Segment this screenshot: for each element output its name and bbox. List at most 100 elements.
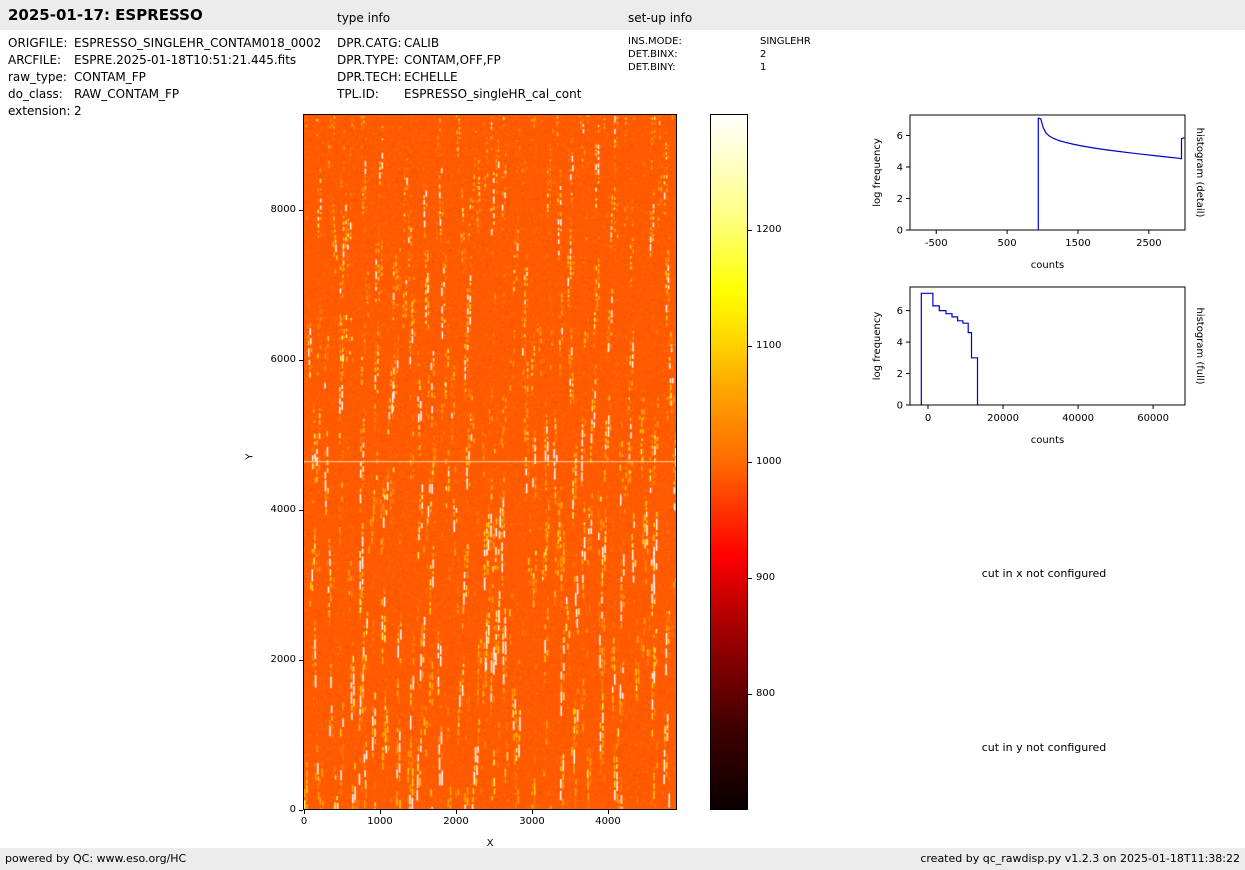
tick-mark bbox=[379, 810, 381, 814]
y-axis-label: log frequency bbox=[872, 138, 883, 207]
metadata-value: 2 bbox=[760, 49, 767, 60]
metadata-row: ARCFILE: ESPRE.2025-01-18T10:51:21.445.fi… bbox=[8, 52, 321, 69]
y-axis-label: log frequency bbox=[872, 312, 883, 381]
page-title: 2025-01-17: ESPRESSO bbox=[8, 6, 203, 24]
histogram-detail: -500 500 1500 2500 0 2 4 6 counts log frequency hi… bbox=[872, 114, 1205, 271]
metadata-value: 2 bbox=[74, 104, 82, 118]
tick-label: 8000 bbox=[270, 204, 296, 215]
colorbar-tick-label: 1100 bbox=[756, 340, 782, 351]
metadata-label: DPR.TYPE: bbox=[337, 53, 399, 67]
metadata-row: raw_type: CONTAM_FP bbox=[8, 69, 321, 86]
tick-label: 2000 bbox=[270, 654, 296, 665]
metadata-label: DET.BINX: bbox=[628, 49, 678, 60]
type-metadata: DPR.CATG: CALIB DPR.TYPE: CONTAM,OFF,FP DPR.… bbox=[337, 35, 581, 103]
metadata-label: raw_type: bbox=[8, 70, 67, 84]
colorbar-tick-mark bbox=[748, 230, 752, 231]
tick-mark bbox=[299, 210, 303, 211]
y-axis-label: Y bbox=[244, 453, 256, 460]
colorbar-tick-mark bbox=[748, 462, 752, 463]
tick-label: 1500 bbox=[1065, 238, 1090, 249]
metadata-label: DPR.TECH: bbox=[337, 70, 402, 84]
tick-label: -500 bbox=[925, 238, 948, 249]
metadata-row: DPR.TECH: ECHELLE bbox=[337, 69, 581, 86]
metadata-value: ESPRESSO_singleHR_cal_cont bbox=[404, 87, 582, 101]
histogram-line bbox=[920, 292, 979, 405]
metadata-label: extension: bbox=[8, 104, 71, 118]
colorbar-tick-label: 800 bbox=[756, 688, 776, 699]
footer-created: created by qc_rawdisp.py v1.2.3 on 2025-… bbox=[920, 852, 1240, 865]
footer-credit: powered by QC: www.eso.org/HC bbox=[5, 852, 187, 865]
tick-label: 2 bbox=[897, 369, 903, 380]
tick-mark bbox=[299, 360, 303, 361]
metadata-label: DET.BINY: bbox=[628, 62, 676, 73]
colorbar bbox=[710, 114, 748, 810]
tick-mark bbox=[531, 810, 533, 814]
hist-title: histogram (detail) bbox=[1194, 128, 1205, 218]
x-axis-label: counts bbox=[1031, 260, 1064, 271]
metadata-value: RAW_CONTAM_FP bbox=[74, 87, 180, 101]
metadata-value: CONTAM,OFF,FP bbox=[404, 53, 501, 67]
metadata-label: DPR.CATG: bbox=[337, 36, 402, 50]
hist-title: histogram (full) bbox=[1194, 307, 1205, 384]
metadata-row: do_class: RAW_CONTAM_FP bbox=[8, 86, 321, 103]
raw-image-plot bbox=[303, 114, 677, 810]
type-info-header: type info bbox=[337, 11, 391, 25]
tick-mark bbox=[299, 510, 303, 511]
tick-label: 4 bbox=[897, 162, 903, 173]
metadata-label: INS.MODE: bbox=[628, 36, 682, 47]
tick-mark bbox=[304, 810, 305, 814]
metadata-value: ESPRESSO_SINGLEHR_CONTAM018_0002 bbox=[74, 36, 322, 50]
histogram-line bbox=[1037, 117, 1185, 230]
tick-label: 500 bbox=[998, 238, 1017, 249]
metadata-row: ORIGFILE: ESPRESSO_SINGLEHR_CONTAM018_000… bbox=[8, 35, 321, 52]
tick-mark bbox=[455, 810, 457, 814]
metadata-value: SINGLEHR bbox=[760, 36, 811, 47]
tick-label: 60000 bbox=[1137, 413, 1169, 424]
tick-label: 0 bbox=[300, 816, 308, 827]
colorbar-tick-mark bbox=[748, 578, 752, 579]
tick-mark bbox=[607, 810, 609, 814]
tick-label: 2500 bbox=[1136, 238, 1161, 249]
metadata-label: do_class: bbox=[8, 87, 63, 101]
metadata-value: ECHELLE bbox=[404, 70, 458, 84]
colorbar-tick-mark bbox=[748, 346, 752, 347]
metadata-value: 1 bbox=[760, 62, 767, 73]
tick-label: 6 bbox=[897, 306, 903, 317]
tick-mark bbox=[299, 810, 303, 811]
colorbar-tick-label: 1200 bbox=[756, 224, 782, 235]
metadata-row: TPL.ID: ESPRESSO_singleHR_cal_cont bbox=[337, 86, 581, 103]
tick-mark bbox=[299, 660, 303, 661]
metadata-label: TPL.ID: bbox=[337, 87, 379, 101]
tick-label: 1000 bbox=[367, 816, 393, 827]
metadata-row: DET.BINY: 1 bbox=[628, 61, 811, 74]
footer-bar: powered by QC: www.eso.org/HC created by… bbox=[0, 848, 1245, 870]
tick-label: 2 bbox=[897, 194, 903, 205]
x-axis-label: counts bbox=[1031, 435, 1064, 446]
tick-label: 20000 bbox=[987, 413, 1019, 424]
colorbar-tick-label: 900 bbox=[756, 572, 776, 583]
hist-frame bbox=[909, 114, 1186, 231]
setup-info-header: set-up info bbox=[628, 11, 693, 25]
tick-label: 4000 bbox=[270, 504, 296, 515]
general-metadata: ORIGFILE: ESPRESSO_SINGLEHR_CONTAM018_000… bbox=[8, 35, 321, 120]
tick-label: 4000 bbox=[595, 816, 621, 827]
metadata-label: ORIGFILE: bbox=[8, 36, 68, 50]
tick-label: 0 bbox=[897, 226, 903, 237]
tick-label: 0 bbox=[897, 401, 903, 412]
metadata-label: ARCFILE: bbox=[8, 53, 62, 67]
colorbar-tick-mark bbox=[748, 694, 752, 695]
metadata-row: INS.MODE: SINGLEHR bbox=[628, 35, 811, 48]
raw-detector-image bbox=[304, 115, 676, 809]
tick-label: 6 bbox=[897, 131, 903, 142]
metadata-row: DPR.CATG: CALIB bbox=[337, 35, 581, 52]
colorbar-tick-label: 1000 bbox=[756, 456, 782, 467]
metadata-row: DET.BINX: 2 bbox=[628, 48, 811, 61]
cut-x-note: cut in x not configured bbox=[981, 567, 1107, 580]
metadata-row: DPR.TYPE: CONTAM,OFF,FP bbox=[337, 52, 581, 69]
tick-label: 0 bbox=[925, 413, 931, 424]
header-bar: 2025-01-17: ESPRESSO type info set-up in… bbox=[0, 0, 1245, 30]
tick-label: 4 bbox=[897, 338, 903, 349]
metadata-value: CONTAM_FP bbox=[74, 70, 146, 84]
tick-label: 6000 bbox=[270, 354, 296, 365]
cut-y-note: cut in y not configured bbox=[981, 741, 1107, 754]
